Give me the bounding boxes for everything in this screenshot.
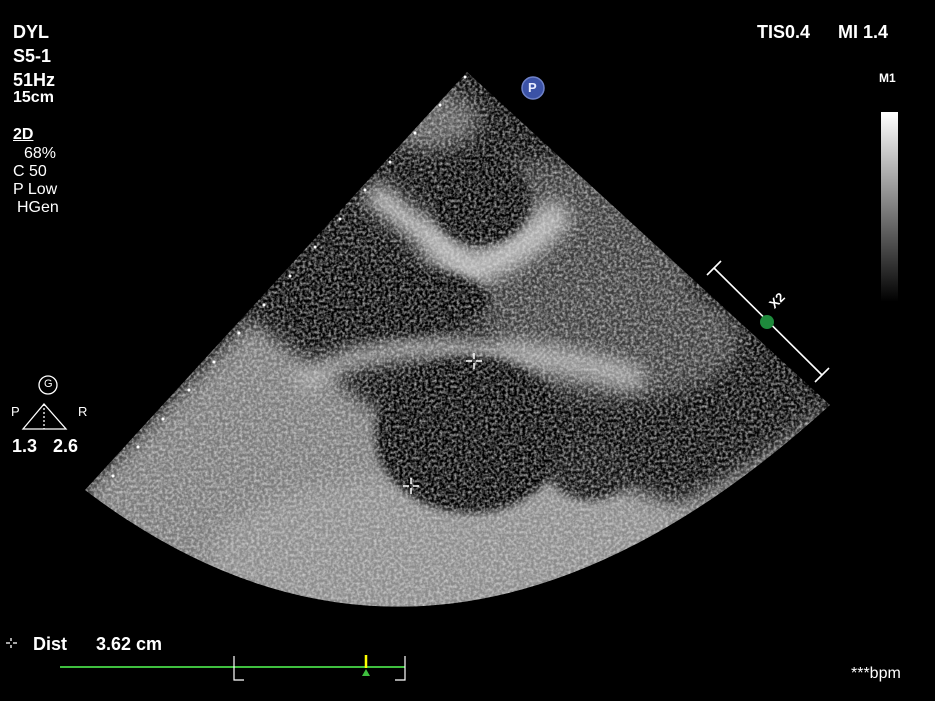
tis-value: TIS0.4 [757, 22, 811, 42]
probe-label: S5-1 [13, 46, 52, 66]
depth-label: 15cm [13, 89, 54, 106]
sector-scan [85, 72, 830, 607]
zoom-marker-dot[interactable] [760, 315, 774, 329]
orientation-left-value: 1.3 [12, 436, 38, 456]
orientation-right-value: 2.6 [53, 436, 79, 456]
probe-marker-letter: P [528, 80, 537, 95]
mi-value: MI 1.4 [838, 22, 889, 42]
ultrasound-image [21, 72, 898, 607]
gain-icon: G [44, 378, 53, 390]
power-value: P Low [13, 181, 58, 198]
grayscale-bar-label: M1 [879, 71, 896, 85]
frequency-value: HGen [17, 199, 59, 216]
measurement-label: Dist [33, 634, 68, 654]
heart-rate: ***bpm [851, 665, 901, 682]
preset-label: DYL [13, 22, 49, 42]
mode-label: 2D [13, 126, 34, 143]
grayscale-bar [881, 112, 898, 302]
frame-rate: 51Hz [13, 70, 56, 90]
orientation-left-label: P [11, 404, 20, 419]
gain-value: 68% [24, 145, 57, 162]
measurement-value: 3.62 cm [96, 634, 163, 654]
orientation-right-label: R [78, 404, 88, 419]
compression-value: C 50 [13, 163, 47, 180]
